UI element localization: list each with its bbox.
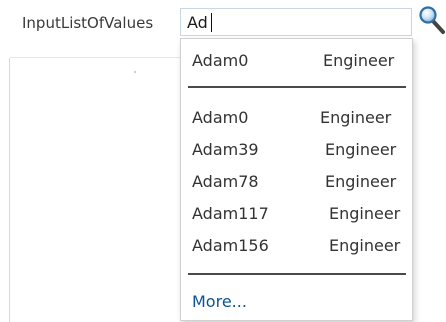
suggestions-dropdown: Adam0 Engineer Adam0 Engineer Adam39 Eng…: [180, 38, 413, 321]
result-row[interactable]: Adam117 Engineer: [192, 201, 412, 227]
result-row[interactable]: Adam39 Engineer: [192, 137, 412, 163]
row-role: Engineer: [323, 51, 395, 70]
more-link[interactable]: More...: [192, 289, 247, 315]
search-icon: [419, 6, 445, 34]
search-button[interactable]: [418, 5, 446, 35]
results-separator: [188, 273, 406, 275]
result-row[interactable]: Adam156 Engineer: [192, 233, 412, 259]
row-role: Engineer: [329, 204, 401, 223]
page-mark: [134, 71, 136, 73]
row-role: Engineer: [325, 140, 397, 159]
row-name: Adam156: [192, 236, 269, 255]
recent-separator: [188, 86, 406, 88]
row-name: Adam117: [192, 204, 269, 223]
page-divider: [10, 57, 182, 58]
row-name: Adam78: [192, 172, 259, 191]
lov-input[interactable]: [180, 8, 412, 36]
row-name: Adam0: [192, 108, 249, 127]
row-role: Engineer: [320, 108, 392, 127]
result-row[interactable]: Adam78 Engineer: [192, 169, 412, 195]
row-role: Engineer: [325, 172, 397, 191]
text-caret: [211, 13, 212, 32]
result-row[interactable]: Adam0 Engineer: [192, 105, 412, 131]
left-edge-divider: [9, 58, 10, 322]
row-name: Adam0: [192, 51, 249, 70]
field-label: InputListOfValues: [22, 14, 154, 32]
row-role: Engineer: [329, 236, 401, 255]
recent-row[interactable]: Adam0 Engineer: [192, 48, 412, 74]
row-name: Adam39: [192, 140, 259, 159]
